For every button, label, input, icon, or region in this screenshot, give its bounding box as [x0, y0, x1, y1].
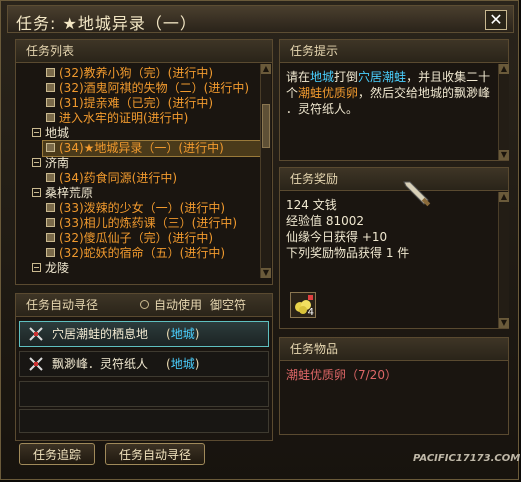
hint-scrollbar[interactable]: ▲ ▼	[498, 64, 509, 160]
track-button[interactable]: 任务追踪	[19, 443, 95, 465]
task-row-selected[interactable]: (34)★地城异录（一）(进行中)	[42, 140, 268, 157]
auto-use-checkbox[interactable]	[140, 300, 149, 309]
task-list-panel: 任务列表 (32)教养小狗（完）(进行中) (32)酒鬼阿祺的失物（二）(进行中…	[15, 39, 273, 285]
auto-path-title: 任务自动寻径	[26, 298, 99, 312]
scroll-up-button[interactable]: ▲	[499, 64, 509, 74]
goods-header: 任务物品	[280, 338, 508, 361]
auto-path-empty-row	[19, 409, 269, 433]
scroll-thumb[interactable]	[262, 104, 270, 148]
scroll-down-button[interactable]: ▼	[261, 268, 271, 278]
auto-path-button[interactable]: 任务自动寻径	[105, 443, 205, 465]
scroll-up-button[interactable]: ▲	[499, 192, 509, 202]
goods-line: 潮蛙优质卵（7/20）	[286, 368, 397, 382]
reward-item-count: 4	[307, 307, 314, 318]
auto-use-label: 自动使用	[154, 298, 203, 312]
tree-group-longling[interactable]: 龙陵	[32, 261, 69, 274]
scroll-down-button[interactable]: ▼	[499, 150, 509, 160]
task-row[interactable]: (33)泼辣的少女（一）(进行中)	[46, 201, 225, 216]
sword-cursor-icon	[403, 181, 431, 207]
task-tree: (32)教养小狗（完）(进行中) (32)酒鬼阿祺的失物（二）(进行中) (31…	[20, 64, 268, 274]
crossed-swords-icon	[29, 357, 43, 371]
task-row[interactable]: (32)傻瓜仙子（完）(进行中)	[46, 231, 213, 246]
reward-line: 经验值 81002	[286, 214, 364, 228]
auto-path-place: 飘渺峰．灵符纸人	[52, 357, 149, 371]
task-row[interactable]: (32)教养小狗（完）(进行中)	[46, 66, 213, 81]
task-row[interactable]: (33)相儿的炼药课（三）(进行中)	[46, 216, 237, 231]
task-row[interactable]: (34)药食同源(进行中)	[46, 171, 177, 186]
goods-panel: 任务物品 潮蛙优质卵（7/20）	[279, 337, 509, 435]
task-window: 任务: ★地城异录（一） ✕ 任务列表 (32)教养小狗（完）(进行中) (32…	[0, 0, 521, 480]
task-row[interactable]: (31)提亲难（已完）(进行中)	[46, 96, 213, 111]
auto-path-header: 任务自动寻径 自动使用 御空符	[16, 294, 272, 317]
reward-line: 124 文钱	[286, 198, 337, 212]
reward-panel: 任务奖励 124 文钱 经验值 81002 仙缘今日获得 +10 下列奖励物品获…	[279, 167, 509, 329]
hint-line: 请在地城打倒穴居潮蛙，并且收集二十	[286, 70, 491, 84]
reward-header: 任务奖励	[280, 168, 508, 191]
task-list-scrollbar[interactable]: ▲ ▼	[260, 64, 271, 278]
crossed-swords-icon	[29, 327, 43, 341]
hint-header: 任务提示	[280, 40, 508, 63]
auto-path-zone-paren: (地城)	[166, 357, 200, 371]
auto-path-place: 穴居潮蛙的栖息地	[52, 327, 149, 341]
title-bar: 任务: ★地城异录（一） ✕	[7, 5, 514, 33]
flying-charm-label: 御空符	[210, 298, 247, 312]
tree-group-sangzi[interactable]: 桑梓荒原	[32, 186, 93, 201]
reward-line: 下列奖励物品获得 1 件	[286, 246, 410, 260]
reward-line: 仙缘今日获得 +10	[286, 230, 388, 244]
close-button[interactable]: ✕	[485, 10, 507, 30]
hint-line: ．灵符纸人。	[286, 102, 359, 116]
task-row[interactable]: (32)蛇妖的宿命（五）(进行中)	[46, 246, 225, 261]
scroll-down-button[interactable]: ▼	[499, 318, 509, 328]
scroll-up-button[interactable]: ▲	[261, 64, 271, 74]
hint-panel: 任务提示 请在地城打倒穴居潮蛙，并且收集二十 个潮蛙优质卵，然后交给地城的飘渺峰…	[279, 39, 509, 161]
reward-scrollbar[interactable]: ▲ ▼	[498, 192, 509, 328]
auto-path-zone-paren: (地城)	[166, 327, 200, 341]
task-row[interactable]: (32)酒鬼阿祺的失物（二）(进行中)	[46, 81, 249, 96]
task-list-header: 任务列表	[16, 40, 272, 63]
tree-group-jinan[interactable]: 济南	[32, 156, 69, 171]
hint-line: 个潮蛙优质卵，然后交给地城的飘渺峰	[286, 86, 491, 100]
reward-item-slot[interactable]: 4	[290, 292, 316, 318]
watermark: PACIFIC17173.COM	[413, 453, 521, 464]
tree-group-dicheng[interactable]: 地城	[32, 126, 69, 141]
auto-path-empty-row	[19, 381, 269, 407]
task-row[interactable]: 进入水牢的证明(进行中)	[46, 111, 188, 126]
auto-path-row[interactable]: 穴居潮蛙的栖息地 (地城)	[19, 321, 269, 347]
auto-path-row[interactable]: 飘渺峰．灵符纸人 (地城)	[19, 351, 269, 377]
window-title: 任务: ★地城异录（一）	[16, 14, 197, 33]
